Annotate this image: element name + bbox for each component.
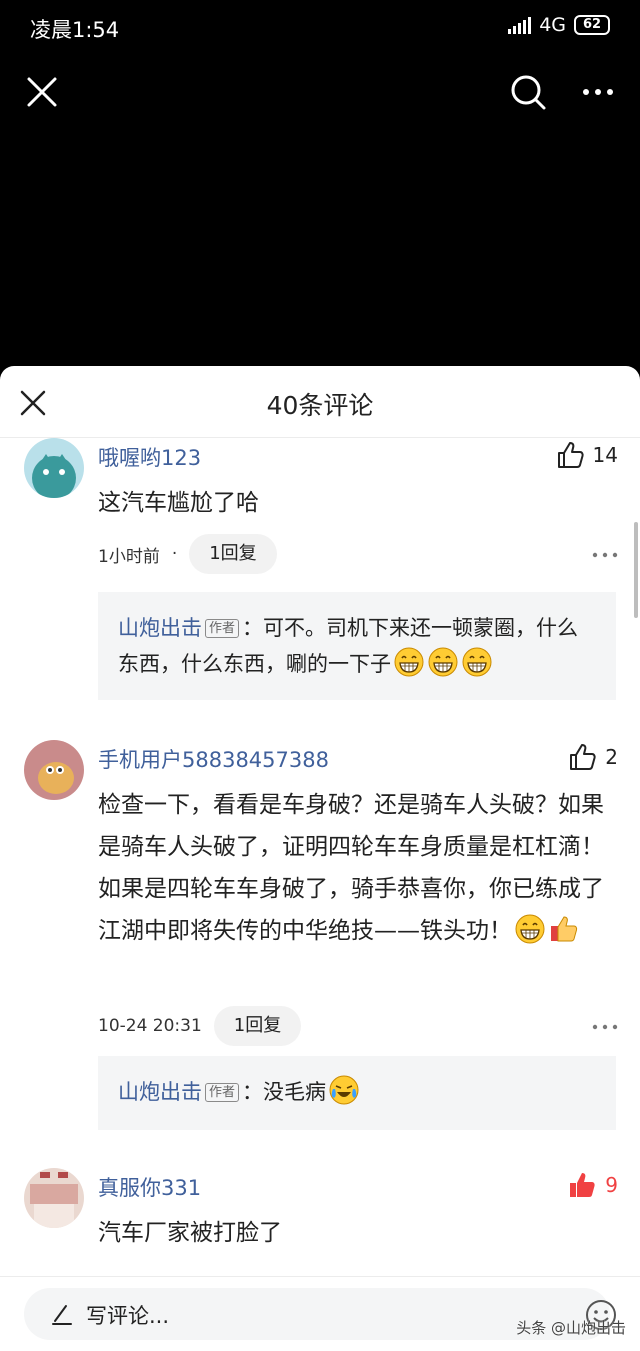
comment-time: 10-24 20:31	[98, 1016, 202, 1036]
video-area: 凌晨1:54 4G 62	[0, 0, 640, 380]
search-icon[interactable]	[508, 72, 548, 112]
grin-emoji-icon	[515, 914, 545, 944]
like-button[interactable]: 2	[567, 742, 618, 772]
author-badge: 作者	[205, 1083, 240, 1102]
reply-author[interactable]: 山炮出击	[118, 1080, 202, 1104]
network-type: 4G	[539, 14, 566, 36]
reply-count-button[interactable]: 1回复	[213, 1006, 302, 1046]
comment-time: 1小时前	[98, 546, 160, 567]
thumbs-up-filled-icon	[570, 1173, 595, 1197]
reply-count-button[interactable]: 1回复	[189, 534, 277, 574]
grin-emoji-icon	[462, 647, 492, 677]
sheet-title: 40条评论	[266, 391, 374, 420]
reply-text: 没毛病	[263, 1080, 327, 1104]
write-comment-placeholder: 写评论...	[86, 1304, 170, 1328]
reply-separator: ：	[242, 616, 264, 640]
comments-sheet: 40条评论 哦喔哟123 14 这汽车尴尬了哈 1小时前 · 1回复 山炮出击 …	[0, 366, 640, 1351]
reply-author[interactable]: 山炮出击	[118, 616, 202, 640]
status-bar: 凌晨1:54 4G 62	[0, 0, 640, 54]
battery-icon: 62	[574, 15, 610, 35]
author-badge: 作者	[205, 619, 240, 638]
thumbs-up-icon	[570, 744, 596, 770]
status-time: 凌晨1:54	[30, 18, 120, 42]
grin-emoji-icon	[394, 647, 424, 677]
like-count: 9	[605, 1173, 618, 1197]
username[interactable]: 哦喔哟123	[98, 442, 201, 472]
thumbs-up-emoji-icon	[551, 916, 578, 942]
avatar[interactable]	[24, 740, 84, 800]
like-count: 2	[605, 745, 618, 769]
more-icon[interactable]	[592, 550, 618, 560]
thumbs-up-icon	[557, 442, 584, 468]
comment-text: 检查一下，看看是车身破？还是骑车人头破？如果是骑车人头破了，证明四轮车车身质量是…	[98, 784, 618, 952]
comment-text: 汽车厂家被打脸了	[98, 1220, 282, 1246]
close-icon[interactable]	[24, 74, 60, 110]
scrollbar[interactable]	[634, 522, 638, 618]
sheet-header: 40条评论	[0, 366, 640, 438]
avatar[interactable]	[24, 1168, 84, 1228]
more-icon[interactable]	[578, 76, 618, 108]
comment-list[interactable]: 哦喔哟123 14 这汽车尴尬了哈 1小时前 · 1回复 山炮出击 作者 ：可不。司…	[0, 438, 640, 1278]
more-icon[interactable]	[592, 1022, 618, 1032]
comment-meta: 1小时前 · 1回复	[98, 534, 277, 574]
like-button[interactable]: 14	[555, 440, 618, 470]
like-button[interactable]: 9	[567, 1170, 618, 1200]
avatar[interactable]	[24, 438, 84, 498]
username[interactable]: 手机用户58838457388	[98, 744, 329, 774]
comment-meta: 10-24 20:31 1回复	[98, 1006, 302, 1046]
reply-preview[interactable]: 山炮出击 作者 ：没毛病	[98, 1056, 616, 1130]
username[interactable]: 真服你331	[98, 1172, 201, 1202]
watermark: 头条 @山炮出击	[516, 1319, 626, 1337]
reply-separator: ：	[242, 1080, 264, 1104]
comment-text: 这汽车尴尬了哈	[98, 490, 259, 516]
reply-preview[interactable]: 山炮出击 作者 ：可不。司机下来还一顿蒙圈，什么东西，什么东西，唰的一下子	[98, 592, 616, 700]
crying-laughing-emoji-icon	[329, 1075, 359, 1105]
grin-emoji-icon	[428, 647, 458, 677]
status-icons: 4G 62	[508, 14, 610, 36]
like-count: 14	[592, 443, 618, 467]
pen-icon	[52, 1305, 72, 1325]
bottom-bar: 写评论... 头条 @山炮出击	[0, 1276, 640, 1351]
separator-dot: ·	[171, 544, 178, 564]
signal-icon	[508, 16, 532, 34]
